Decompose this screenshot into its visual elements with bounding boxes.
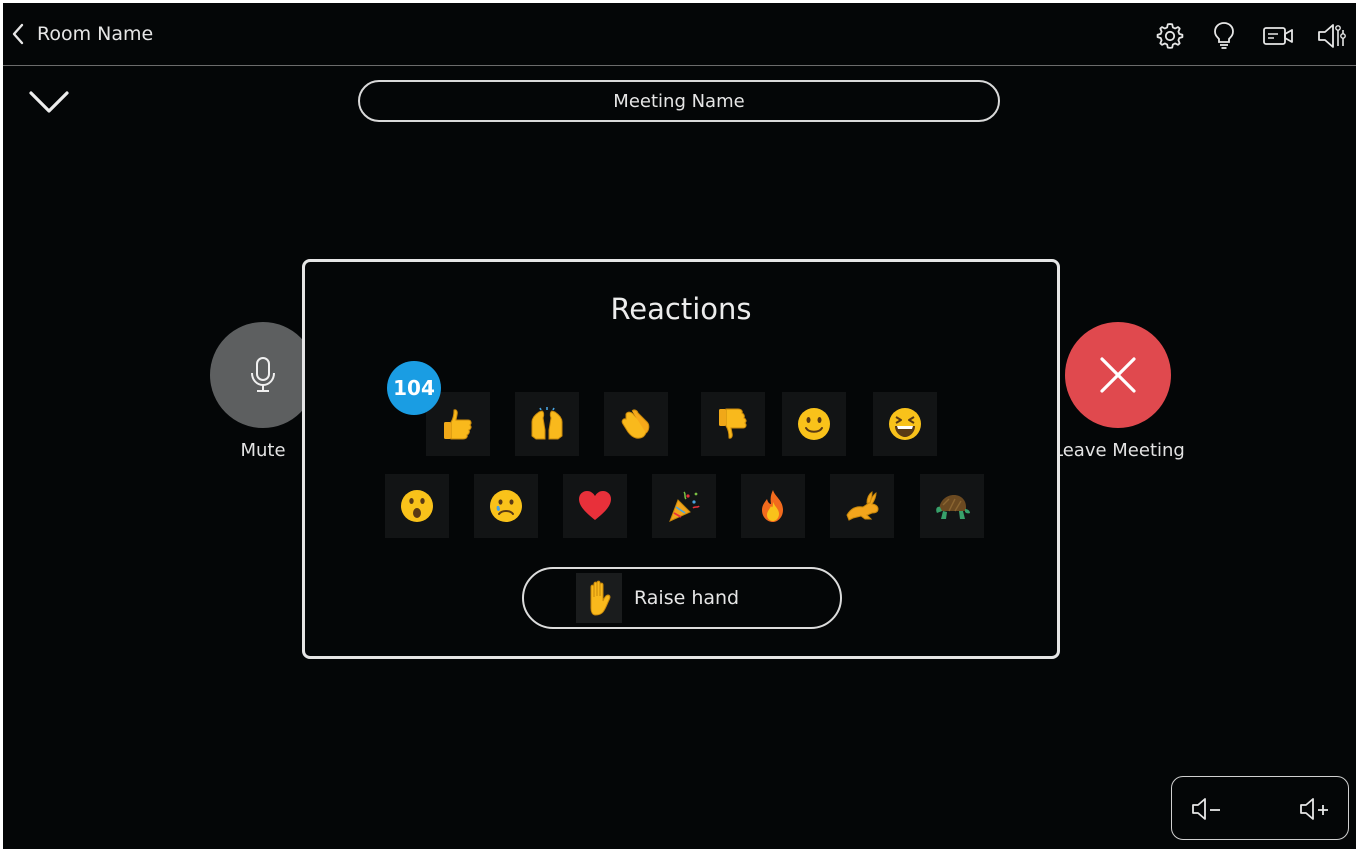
top-icons — [1154, 20, 1348, 52]
lightbulb-button[interactable] — [1208, 20, 1240, 52]
mute-control: Mute — [210, 322, 316, 461]
clapping-hands-icon — [621, 409, 650, 439]
volume-up-icon — [1300, 798, 1328, 820]
top-bar: Room Name — [3, 3, 1356, 66]
reactions-title: Reactions — [610, 292, 752, 326]
fire-icon — [762, 490, 783, 522]
turtle-icon — [936, 495, 970, 519]
reaction-thumbs-down[interactable] — [701, 392, 765, 456]
raise-hand-label: Raise hand — [634, 587, 740, 609]
speaker-settings-button[interactable] — [1316, 20, 1348, 52]
leave-meeting-label: Leave Meeting — [1053, 440, 1185, 461]
reaction-grinning-squinting-face[interactable] — [873, 392, 937, 456]
settings-button[interactable] — [1154, 20, 1186, 52]
mute-label: Mute — [240, 440, 286, 461]
reaction-clapping-hands[interactable] — [604, 392, 668, 456]
red-heart-icon — [579, 491, 611, 520]
leave-control: Leave Meeting — [1053, 322, 1185, 461]
reaction-fire[interactable] — [741, 474, 805, 538]
volume-down-button[interactable] — [1190, 794, 1224, 824]
party-popper-icon — [669, 491, 700, 522]
leave-meeting-button[interactable] — [1065, 322, 1171, 428]
meeting-name-pill: Meeting Name — [358, 80, 1000, 122]
meeting-name: Meeting Name — [613, 90, 745, 112]
sad-face-icon — [490, 490, 522, 522]
meeting-screen: Room Name Meeting Name Mute Leave Meetin… — [3, 3, 1356, 849]
slightly-smiling-face-icon — [798, 408, 830, 440]
reaction-red-heart[interactable] — [563, 474, 627, 538]
reaction-count-badge: 104 — [387, 361, 441, 415]
raise-hand-button[interactable]: Raise hand — [522, 567, 842, 629]
rabbit-icon — [846, 491, 879, 521]
reaction-sad-face[interactable] — [474, 474, 538, 538]
room-name: Room Name — [37, 23, 154, 45]
speaker-settings-icon — [1318, 24, 1346, 48]
astonished-face-icon — [401, 490, 433, 522]
camera-icon — [1263, 27, 1293, 45]
reaction-party-popper[interactable] — [652, 474, 716, 538]
camera-button[interactable] — [1262, 20, 1294, 52]
volume-up-button[interactable] — [1298, 794, 1332, 824]
raised-hand-icon — [590, 580, 611, 616]
back-button[interactable]: Room Name — [11, 23, 153, 45]
thumbs-down-icon — [719, 408, 747, 439]
reaction-turtle[interactable] — [920, 474, 984, 538]
reaction-raising-hands[interactable] — [515, 392, 579, 456]
microphone-icon — [251, 357, 275, 392]
chevron-down-icon — [29, 91, 69, 113]
collapse-button[interactable] — [27, 85, 71, 119]
raising-hands-icon — [531, 407, 563, 440]
grinning-squinting-face-icon — [889, 408, 921, 440]
volume-down-icon — [1192, 798, 1220, 820]
thumbs-up-icon — [444, 409, 472, 440]
mute-button[interactable] — [210, 322, 316, 428]
lightbulb-icon — [1214, 22, 1234, 49]
settings-icon — [1156, 23, 1184, 49]
chevron-left-icon — [12, 23, 24, 45]
reaction-slightly-smiling-face[interactable] — [782, 392, 846, 456]
reactions-panel: Reactions 104 Raise hand — [302, 259, 1060, 659]
raise-hand-tile — [576, 573, 622, 623]
volume-control — [1171, 776, 1349, 840]
close-icon — [1100, 357, 1136, 393]
reaction-rabbit[interactable] — [830, 474, 894, 538]
reaction-astonished-face[interactable] — [385, 474, 449, 538]
